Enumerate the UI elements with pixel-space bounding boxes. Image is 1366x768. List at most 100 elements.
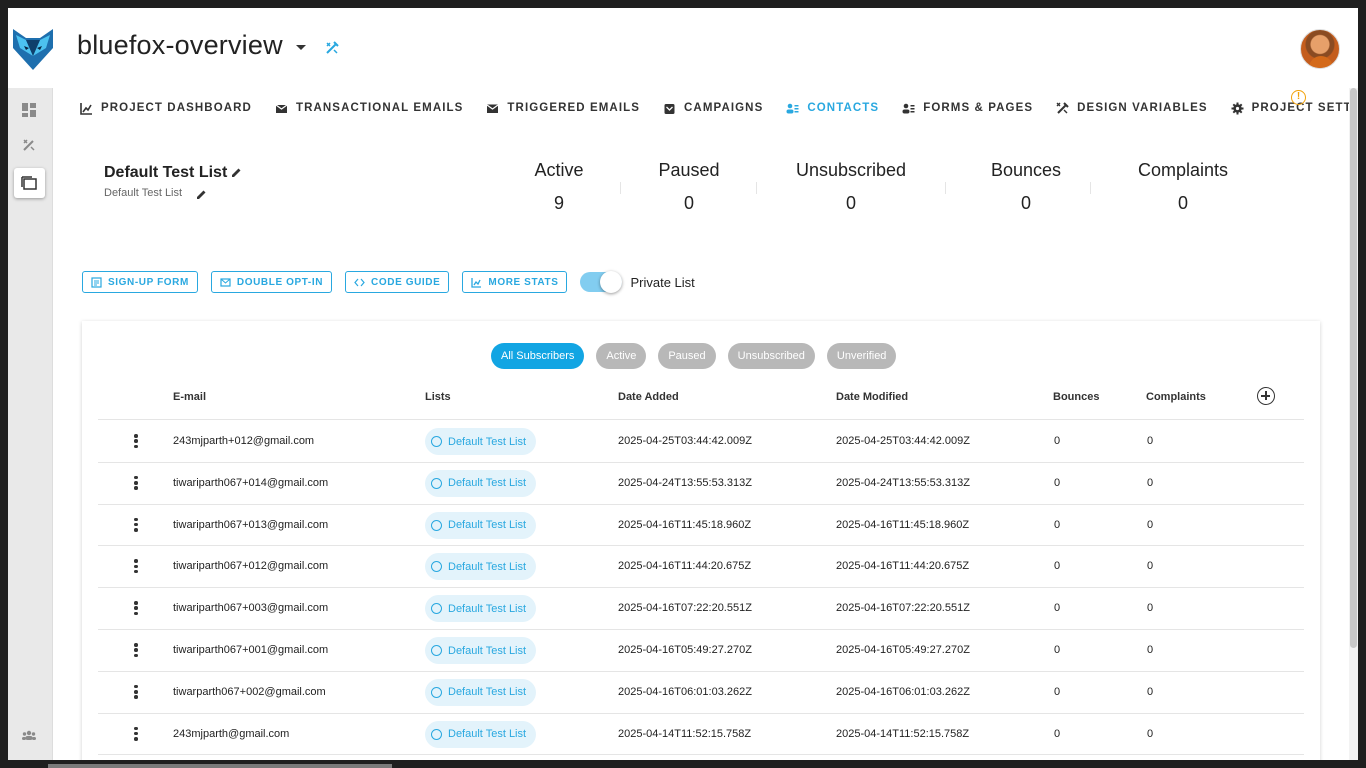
row-menu-icon[interactable]: [134, 601, 138, 616]
row-list-label: Default Test List: [448, 686, 527, 699]
tab-transactional-emails[interactable]: TRANSACTIONAL EMAILS: [275, 102, 463, 115]
column-date-modified[interactable]: Date Modified: [836, 391, 908, 403]
stat-label: Unsubscribed: [795, 160, 907, 180]
row-email: 243mjparth+012@gmail.com: [173, 435, 315, 447]
row-date-modified: 2025-04-16T11:44:20.675Z: [836, 560, 970, 573]
row-list-chip[interactable]: Default Test List: [425, 720, 537, 748]
column-complaints[interactable]: Complaints: [1146, 391, 1206, 403]
row-menu-icon[interactable]: [134, 434, 138, 448]
user-avatar[interactable]: [1300, 29, 1340, 69]
toggle-knob: [600, 271, 623, 293]
row-date-added: 2025-04-16T05:49:27.270Z: [618, 644, 752, 656]
list-stats: Active 9 Paused 0 Unsubscribed 0 Bounces…: [482, 160, 1282, 220]
row-bounces: 0: [1054, 727, 1061, 740]
tab-campaigns[interactable]: CAMPAIGNS: [663, 102, 763, 115]
button-label: SIGN-UP FORM: [108, 276, 189, 288]
column-date-added[interactable]: Date Added: [618, 391, 679, 403]
tab-design-variables[interactable]: DESIGN VARIABLES: [1056, 101, 1208, 115]
row-bounces: 0: [1054, 685, 1061, 698]
row-bounces: 0: [1054, 476, 1061, 489]
row-date-modified: 2025-04-24T13:55:53.313Z: [836, 476, 970, 489]
tab-label: CONTACTS: [807, 102, 880, 114]
column-bounces[interactable]: Bounces: [1053, 391, 1099, 403]
row-complaints: 0: [1147, 685, 1154, 698]
row-menu-icon[interactable]: [134, 517, 138, 532]
row-complaints: 0: [1147, 602, 1154, 615]
tab-label: TRIGGERED EMAILS: [507, 102, 641, 114]
button-label: DOUBLE OPT-IN: [236, 276, 324, 288]
row-email: tiwariparth067+013@gmail.com: [173, 518, 329, 531]
sign-up-form-button[interactable]: SIGN-UP FORM: [82, 271, 198, 293]
row-menu-icon[interactable]: [134, 643, 138, 657]
forms-icon: [902, 103, 915, 113]
table-row[interactable]: 243mjparth+012@gmail.com Default Test Lis…: [98, 421, 1304, 463]
row-date-modified: 2025-04-16T07:22:20.551Z: [836, 602, 970, 615]
row-list-label: Default Test List: [448, 435, 527, 448]
stat-value: 0: [1177, 193, 1188, 213]
stat-label: Active: [534, 160, 584, 180]
row-list-chip[interactable]: Default Test List: [425, 678, 537, 706]
table-row[interactable]: tiwariparth067+013@gmail.com Default Test…: [98, 505, 1304, 547]
table-row[interactable]: tiwarparth067+002@gmail.com Default Test …: [98, 672, 1304, 714]
bluefox-logo[interactable]: [10, 26, 56, 72]
row-bounces: 0: [1054, 518, 1061, 531]
filter-unverified[interactable]: Unverified: [826, 343, 897, 369]
form-icon: [91, 276, 102, 288]
table-row[interactable]: tiwariparth067+001@gmail.com Default Test…: [98, 630, 1304, 672]
row-menu-icon[interactable]: [134, 684, 138, 699]
row-list-chip[interactable]: Default Test List: [425, 428, 537, 455]
column-lists[interactable]: Lists: [425, 391, 451, 403]
more-stats-button[interactable]: MORE STATS: [462, 271, 568, 293]
table-row[interactable]: tiwariparth067+003@gmail.com Default Test…: [98, 588, 1304, 630]
tab-project-dashboard[interactable]: PROJECT DASHBOARD: [80, 102, 252, 115]
row-email: tiwarparth067+002@gmail.com: [173, 685, 326, 698]
code-guide-button[interactable]: CODE GUIDE: [345, 271, 450, 293]
tab-forms-pages[interactable]: FORMS & PAGES: [902, 102, 1033, 115]
scrollbar-thumb[interactable]: [1350, 88, 1357, 648]
filter-active[interactable]: Active: [596, 343, 647, 369]
row-list-chip[interactable]: Default Test List: [425, 553, 537, 581]
filter-all-subscribers[interactable]: All Subscribers: [491, 343, 585, 369]
tools-icon[interactable]: [18, 134, 40, 156]
column-email[interactable]: E-mail: [173, 391, 206, 403]
private-list-toggle[interactable]: [580, 271, 623, 293]
row-list-chip[interactable]: Default Test List: [425, 637, 537, 664]
tab-contacts[interactable]: CONTACTS: [786, 102, 879, 115]
row-bounces: 0: [1054, 602, 1061, 615]
row-list-chip[interactable]: Default Test List: [425, 469, 537, 497]
filter-unsubscribed[interactable]: Unsubscribed: [727, 343, 815, 369]
double-opt-in-button[interactable]: DOUBLE OPT-IN: [210, 271, 333, 293]
page-scrollbar[interactable]: [1349, 88, 1358, 760]
row-list-chip[interactable]: Default Test List: [425, 511, 537, 539]
dashboard-icon[interactable]: [18, 99, 40, 121]
table-row[interactable]: tiwariparth067+012@gmail.com Default Test…: [98, 546, 1304, 589]
mail-icon: [487, 104, 499, 113]
warning-icon[interactable]: !: [1291, 90, 1306, 105]
edit-subtitle-icon[interactable]: [196, 189, 207, 200]
edit-title-icon[interactable]: [231, 167, 242, 178]
row-complaints: 0: [1147, 435, 1154, 447]
row-bounces: 0: [1054, 435, 1061, 447]
chart-icon: [80, 102, 92, 115]
row-date-added: 2025-04-25T03:44:42.009Z: [618, 435, 752, 447]
row-menu-icon[interactable]: [134, 726, 138, 741]
table-row[interactable]: tiwariparth067+014@gmail.com Default Test…: [98, 463, 1304, 505]
project-dropdown-icon[interactable]: [296, 45, 306, 50]
tab-label: TRANSACTIONAL EMAILS: [295, 102, 464, 114]
tab-label: DESIGN VARIABLES: [1077, 102, 1208, 114]
project-title[interactable]: bluefox-overview: [77, 30, 283, 61]
row-date-modified: 2025-04-16T06:01:03.262Z: [836, 685, 970, 698]
add-column-icon[interactable]: [1257, 387, 1275, 405]
row-list-chip[interactable]: Default Test List: [425, 595, 537, 623]
filter-paused[interactable]: Paused: [658, 343, 716, 369]
tab-triggered-emails[interactable]: TRIGGERED EMAILS: [486, 102, 640, 115]
team-icon[interactable]: [18, 724, 40, 746]
list-title: Default Test List: [104, 164, 228, 181]
row-menu-icon[interactable]: [134, 559, 138, 574]
design-tools-icon[interactable]: [324, 40, 340, 56]
row-complaints: 0: [1147, 560, 1154, 573]
row-complaints: 0: [1147, 727, 1154, 740]
table-row[interactable]: 243mjparth@gmail.com Default Test List 202…: [98, 714, 1304, 756]
stat-unsubscribed: Unsubscribed 0: [784, 160, 918, 214]
row-menu-icon[interactable]: [134, 475, 138, 490]
